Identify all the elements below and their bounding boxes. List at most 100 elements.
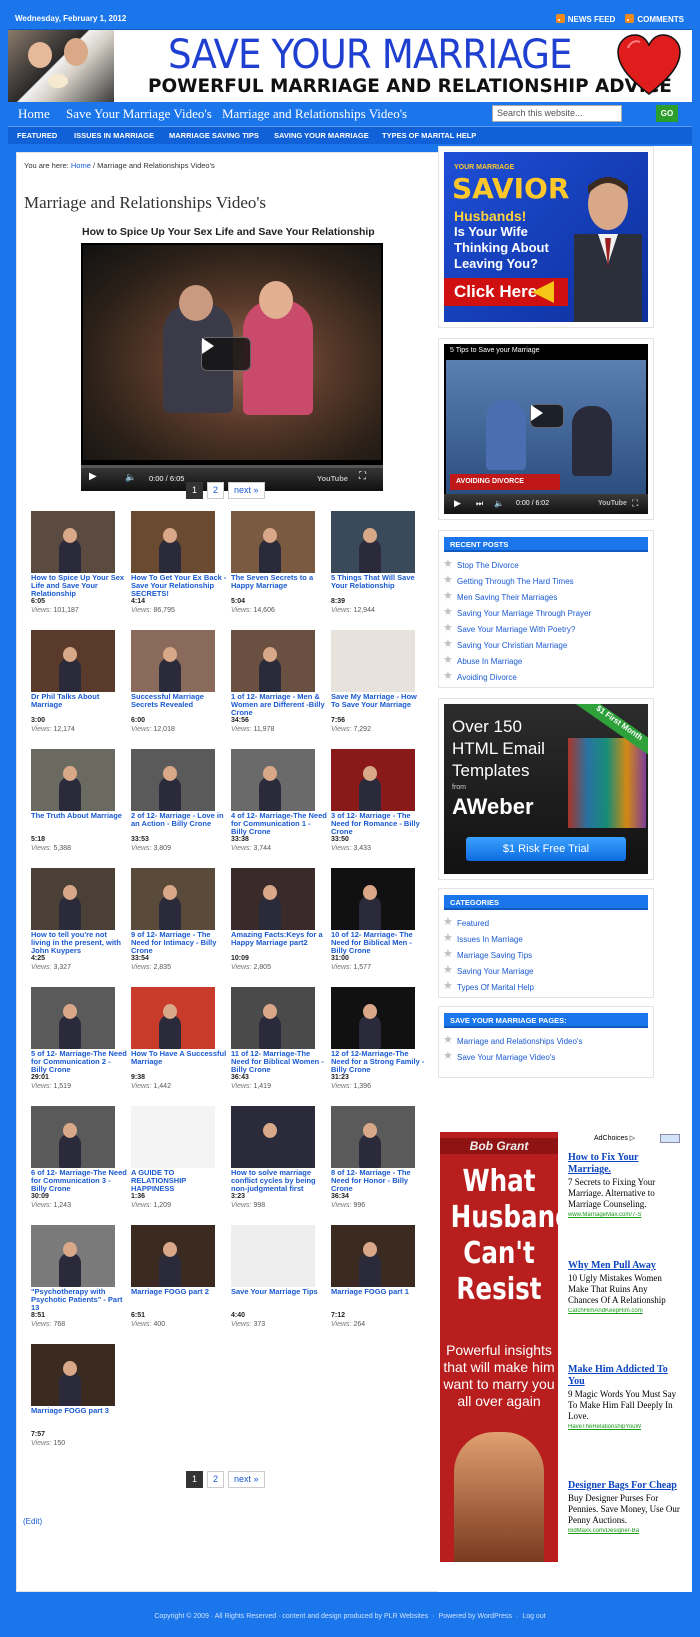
- video-item[interactable]: Marriage FOGG part 3 7:57 Views: 150: [31, 1344, 127, 1448]
- video-thumbnail[interactable]: [231, 1106, 315, 1168]
- youtube-logo[interactable]: YouTube: [317, 474, 348, 483]
- video-thumbnail[interactable]: [31, 630, 115, 692]
- video-title[interactable]: Marriage FOGG part 1: [331, 1288, 427, 1312]
- recent-post-link[interactable]: Avoiding Divorce: [443, 669, 591, 686]
- ad-url[interactable]: HaveTheRelationshipYouW: [568, 1424, 680, 1430]
- video-title[interactable]: Dr Phil Talks About Marriage: [31, 693, 127, 717]
- bob-grant-book-ad[interactable]: Bob Grant What Husbands Can't Resist Pow…: [440, 1132, 558, 1562]
- video-item[interactable]: How to Spice Up Your Sex Life and Save Y…: [31, 511, 127, 615]
- video-item[interactable]: "Psychotherapy with Psychotic Patients" …: [31, 1225, 127, 1329]
- video-title[interactable]: Save Your Marriage Tips: [231, 1288, 327, 1312]
- page-next[interactable]: next »: [228, 482, 265, 499]
- video-thumbnail[interactable]: [331, 630, 415, 692]
- video-title[interactable]: How to solve marriage conflict cycles by…: [231, 1169, 327, 1193]
- video-thumbnail[interactable]: [31, 868, 115, 930]
- video-item[interactable]: 8 of 12- Marriage - The Need for Honor -…: [331, 1106, 427, 1210]
- video-title[interactable]: 12 of 12-Marriage-The Need for a Strong …: [331, 1050, 427, 1074]
- text-ad[interactable]: Designer Bags For Cheap Buy Designer Purs…: [568, 1480, 680, 1534]
- video-title[interactable]: Successful Marriage Secrets Revealed: [131, 693, 227, 717]
- fullscreen-icon[interactable]: ⛶: [359, 471, 366, 482]
- video-title[interactable]: 6 of 12- Marriage-The Need for Communica…: [31, 1169, 127, 1193]
- video-screen[interactable]: [83, 245, 381, 460]
- video-thumbnail[interactable]: [31, 1225, 115, 1287]
- text-ad[interactable]: How to Fix Your Marriage. 7 Secrets to Fi…: [568, 1152, 680, 1218]
- video-title[interactable]: 3 of 12- Marriage - The Need for Romance…: [331, 812, 427, 836]
- nav-home[interactable]: Home: [18, 106, 50, 122]
- video-item[interactable]: How to solve marriage conflict cycles by…: [231, 1106, 327, 1210]
- comments-feed-link[interactable]: COMMENTS: [625, 14, 684, 24]
- ad-headline[interactable]: How to Fix Your Marriage.: [568, 1152, 680, 1176]
- ad-headline[interactable]: Why Men Pull Away: [568, 1260, 680, 1272]
- video-item[interactable]: 4 of 12- Marriage-The Need for Communica…: [231, 749, 327, 853]
- video-title[interactable]: 11 of 12- Marriage-The Need for Biblical…: [231, 1050, 327, 1074]
- video-item[interactable]: How to tell you're not living in the pre…: [31, 868, 127, 972]
- text-ad[interactable]: Why Men Pull Away 10 Ugly Mistakes Women …: [568, 1260, 680, 1314]
- video-thumbnail[interactable]: [331, 511, 415, 573]
- play-icon[interactable]: [201, 337, 251, 371]
- video-item[interactable]: 6 of 12- Marriage-The Need for Communica…: [31, 1106, 127, 1210]
- ad-url[interactable]: CatchHimAndKeepHim.com: [568, 1308, 680, 1314]
- aweber-trial-button[interactable]: $1 Risk Free Trial: [466, 837, 626, 861]
- featured-video-player[interactable]: ▶ 🔈 0:00 / 6:05 YouTube ⛶: [81, 243, 383, 491]
- progress-bar[interactable]: [81, 465, 383, 468]
- recent-post-link[interactable]: Men Saving Their Marriages: [443, 589, 591, 606]
- edit-link[interactable]: (Edit): [23, 1517, 42, 1526]
- category-link[interactable]: Types Of Marital Help: [443, 979, 534, 996]
- video-title[interactable]: 9 of 12- Marriage - The Need for Intimac…: [131, 931, 227, 955]
- marriage-savior-ad[interactable]: YOUR MARRIAGE SAVIOR Husbands! Is Your W…: [444, 152, 648, 322]
- news-feed-link[interactable]: NEWS FEED: [555, 14, 615, 24]
- video-title[interactable]: 8 of 12- Marriage - The Need for Honor -…: [331, 1169, 427, 1193]
- nav-types-of-marital-help[interactable]: TYPES OF MARITAL HELP: [382, 131, 476, 140]
- ad-headline[interactable]: Designer Bags For Cheap: [568, 1480, 680, 1492]
- page-2[interactable]: 2: [207, 1471, 225, 1488]
- footer-logout[interactable]: Log out: [522, 1613, 545, 1620]
- video-thumbnail[interactable]: [31, 749, 115, 811]
- video-item[interactable]: How To Have A Successful Marriage 9:38 Vie…: [131, 987, 227, 1091]
- video-title[interactable]: 10 of 12- Marriage- The Need for Biblica…: [331, 931, 427, 955]
- video-thumbnail[interactable]: [231, 511, 315, 573]
- category-link[interactable]: Saving Your Marriage: [443, 963, 534, 980]
- video-thumbnail[interactable]: [31, 511, 115, 573]
- video-title[interactable]: Amazing Facts:Keys for a Happy Marriage …: [231, 931, 327, 955]
- category-link[interactable]: Issues In Marriage: [443, 931, 534, 948]
- nav-saving-your-marriage[interactable]: SAVING YOUR MARRIAGE: [274, 131, 369, 140]
- page-next[interactable]: next »: [228, 1471, 265, 1488]
- video-thumbnail[interactable]: [31, 1106, 115, 1168]
- video-thumbnail[interactable]: [231, 630, 315, 692]
- ad-nav-arrows[interactable]: [660, 1134, 680, 1143]
- video-thumbnail[interactable]: [231, 987, 315, 1049]
- volume-icon[interactable]: 🔈: [494, 499, 504, 508]
- nav-marriage-relationships-videos[interactable]: Marriage and Relationships Video's: [222, 106, 407, 122]
- video-title[interactable]: 1 of 12- Marriage - Men & Women are Diff…: [231, 693, 327, 717]
- video-item[interactable]: The Truth About Marriage 5:18 Views: 5,388: [31, 749, 127, 853]
- video-thumbnail[interactable]: [131, 1106, 215, 1168]
- page-link[interactable]: Save Your Marriage Video's: [443, 1049, 582, 1066]
- recent-post-link[interactable]: Save Your Marriage With Poetry?: [443, 621, 591, 638]
- video-thumbnail[interactable]: [131, 868, 215, 930]
- video-thumbnail[interactable]: [131, 630, 215, 692]
- video-thumbnail[interactable]: [331, 1106, 415, 1168]
- video-title[interactable]: Save My Marriage - How To Save Your Marr…: [331, 693, 427, 717]
- video-item[interactable]: Amazing Facts:Keys for a Happy Marriage …: [231, 868, 327, 972]
- ad-url[interactable]: BidMaxx.com/Designer-Ba: [568, 1528, 680, 1534]
- video-item[interactable]: 9 of 12- Marriage - The Need for Intimac…: [131, 868, 227, 972]
- video-item[interactable]: Successful Marriage Secrets Revealed 6:00…: [131, 630, 227, 734]
- youtube-logo[interactable]: YouTube: [598, 500, 627, 507]
- category-link[interactable]: Featured: [443, 915, 534, 932]
- video-title[interactable]: 2 of 12- Marriage - Love in an Action - …: [131, 812, 227, 836]
- video-thumbnail[interactable]: [131, 511, 215, 573]
- video-title[interactable]: How To Have A Successful Marriage: [131, 1050, 227, 1074]
- video-item[interactable]: 5 Things That Will Save Your Relationshi…: [331, 511, 427, 615]
- recent-post-link[interactable]: Stop The Divorce: [443, 557, 591, 574]
- video-thumbnail[interactable]: [231, 868, 315, 930]
- nav-issues-in-marriage[interactable]: ISSUES IN MARRIAGE: [74, 131, 154, 140]
- play-icon[interactable]: [530, 404, 564, 428]
- tips-video-player[interactable]: 5 Tips to Save your Marriage AVOIDING DI…: [444, 344, 648, 514]
- footer-powered-by[interactable]: Powered by WordPress: [439, 1613, 512, 1620]
- breadcrumb-home-link[interactable]: Home: [71, 161, 91, 170]
- video-thumbnail[interactable]: [131, 1225, 215, 1287]
- video-title[interactable]: The Truth About Marriage: [31, 812, 127, 836]
- video-item[interactable]: 3 of 12- Marriage - The Need for Romance…: [331, 749, 427, 853]
- video-thumbnail[interactable]: [231, 1225, 315, 1287]
- video-title[interactable]: 5 Things That Will Save Your Relationshi…: [331, 574, 427, 598]
